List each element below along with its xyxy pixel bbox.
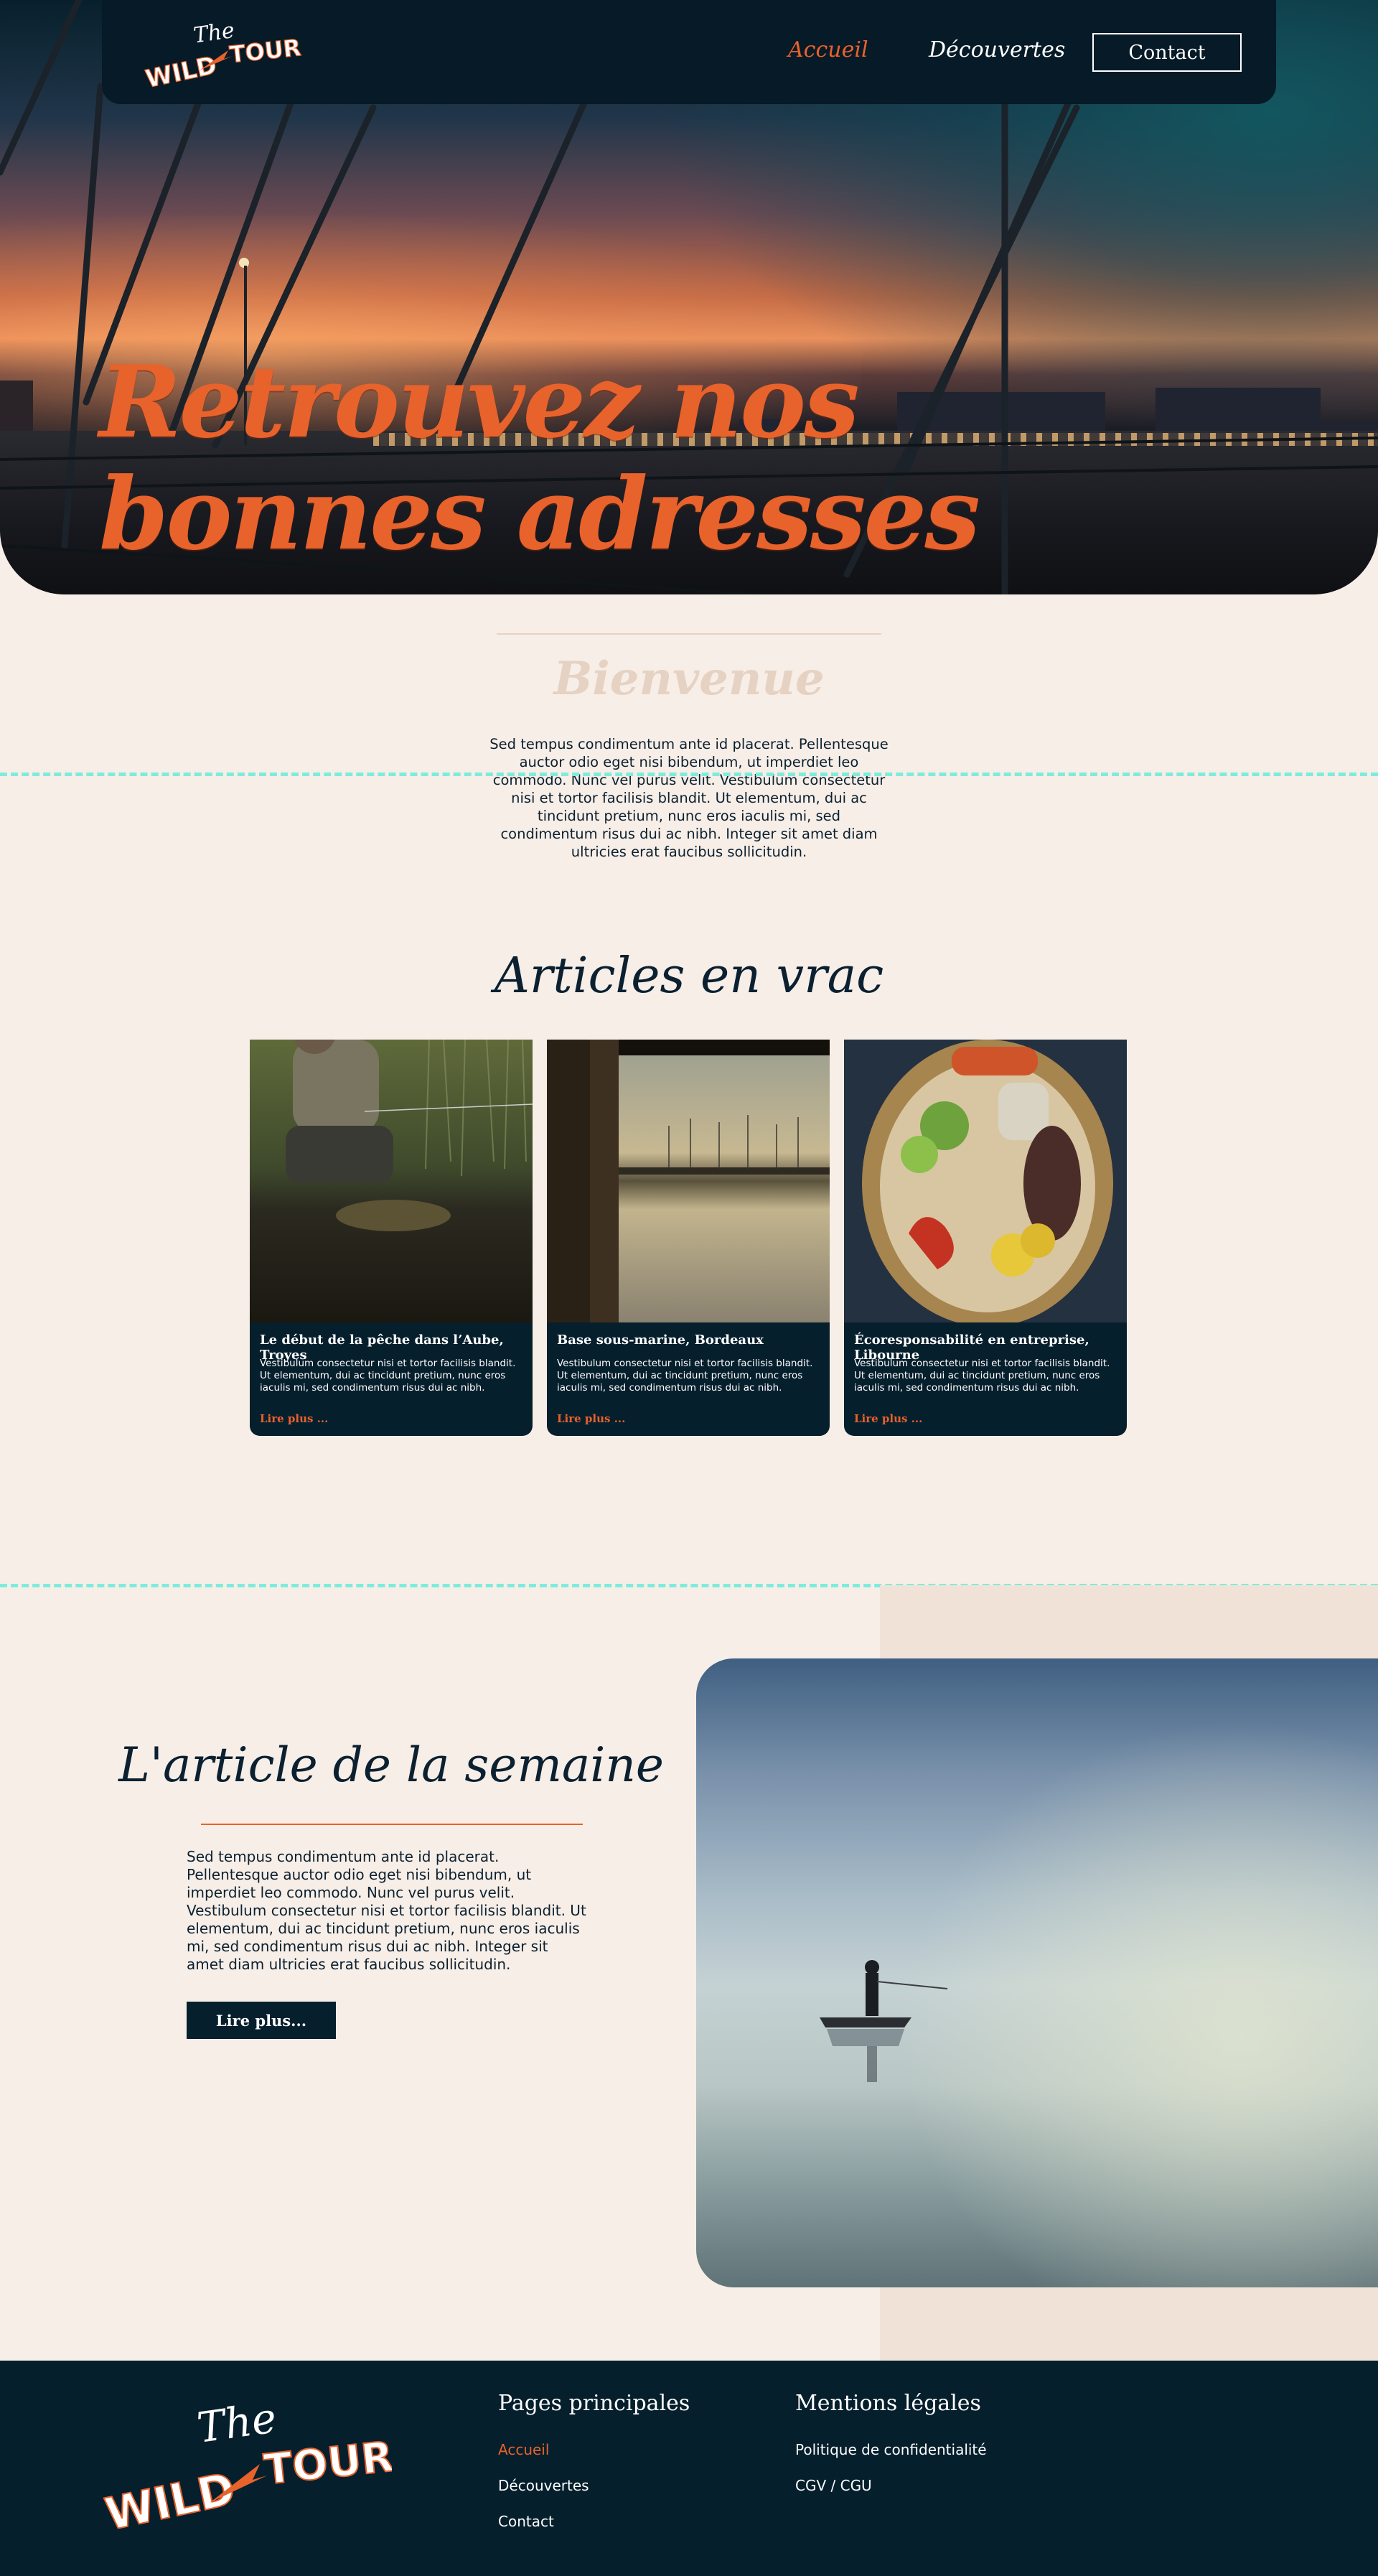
article-card[interactable]: Base sous-marine, Bordeaux Vestibulum co… — [547, 1040, 830, 1436]
dashed-separator-1 — [0, 773, 1378, 776]
footer-link-accueil[interactable]: Accueil — [498, 2441, 549, 2458]
contact-button[interactable]: Contact — [1092, 33, 1242, 72]
article-card-text: Vestibulum consectetur nisi et tortor fa… — [557, 1358, 813, 1394]
article-image-harbor — [547, 1040, 830, 1322]
hero-title-line-2: bonnes adresses — [99, 455, 980, 572]
read-more-link[interactable]: Lire plus ... — [557, 1412, 625, 1425]
article-image-basket — [844, 1040, 1127, 1322]
welcome-text: Sed tempus condimentum ante id placerat.… — [489, 736, 889, 860]
welcome-title: Bienvenue — [553, 652, 825, 706]
read-more-link[interactable]: Lire plus ... — [260, 1412, 328, 1425]
top-navigation: The WILD TOUR Accueil Découvertes Contac… — [102, 0, 1276, 104]
footer-legal-title: Mentions légales — [795, 2391, 981, 2416]
article-card-text: Vestibulum consectetur nisi et tortor fa… — [260, 1358, 516, 1394]
article-image-fishing — [250, 1040, 533, 1322]
week-read-more-button[interactable]: Lire plus... — [187, 2002, 336, 2039]
footer: The WILD TOUR Pages principales Accueil … — [0, 2361, 1378, 2576]
footer-link-contact[interactable]: Contact — [498, 2513, 554, 2530]
week-article-title: L'article de la semaine — [118, 1737, 664, 1793]
footer-logo-wild-text: WILD — [100, 2462, 240, 2529]
footer-wild-tour-logo[interactable]: The WILD TOUR — [98, 2395, 392, 2529]
welcome-divider — [497, 633, 881, 635]
footer-link-decouvertes[interactable]: Découvertes — [498, 2477, 589, 2494]
hero-title: Retrouvez nos bonnes adresses — [99, 346, 1032, 570]
week-article-image — [696, 1658, 1378, 2287]
footer-logo-tour-text: TOUR — [262, 2432, 392, 2494]
article-card[interactable]: Le début de la pêche dans l’Aube, Troyes… — [250, 1040, 533, 1436]
week-article-text: Sed tempus condimentum ante id placerat.… — [187, 1848, 586, 1973]
article-card[interactable]: Écoresponsabilité en entreprise, Libourn… — [844, 1040, 1127, 1436]
week-divider — [201, 1824, 583, 1825]
article-card-text: Vestibulum consectetur nisi et tortor fa… — [854, 1358, 1110, 1394]
read-more-link[interactable]: Lire plus ... — [854, 1412, 922, 1425]
article-card-title: Base sous-marine, Bordeaux — [557, 1333, 764, 1348]
footer-logo-the-text: The — [194, 2395, 279, 2453]
wild-tour-logo[interactable]: The WILD TOUR — [138, 14, 303, 89]
footer-link-cgv[interactable]: CGV / CGU — [795, 2477, 872, 2494]
footer-link-privacy[interactable]: Politique de confidentialité — [795, 2441, 987, 2458]
hero-title-line-1: Retrouvez nos — [99, 343, 860, 460]
logo-tour-text: TOUR — [228, 34, 302, 68]
logo-wild-text: WILD — [143, 51, 219, 89]
articles-title: Articles en vrac — [494, 948, 884, 1004]
footer-pages-title: Pages principales — [498, 2391, 690, 2416]
nav-link-accueil[interactable]: Accueil — [788, 37, 868, 62]
nav-link-decouvertes[interactable]: Découvertes — [929, 37, 1065, 62]
